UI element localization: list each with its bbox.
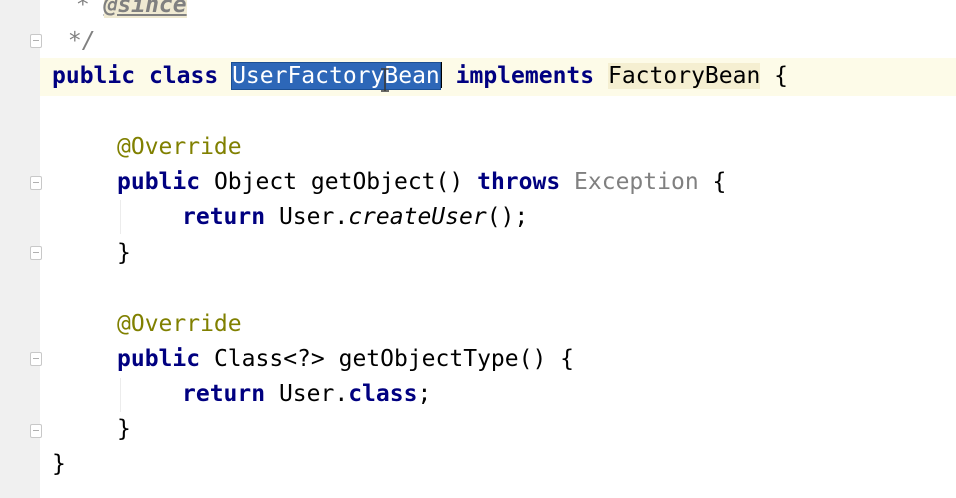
code-line[interactable]: public Object getObject() throws Excepti… bbox=[117, 165, 726, 200]
keyword-implements: implements bbox=[455, 63, 595, 89]
open-brace: { bbox=[774, 63, 789, 89]
receiver: User. bbox=[278, 381, 349, 407]
text-caret bbox=[439, 62, 442, 88]
comment-end: */ bbox=[54, 28, 96, 54]
close-brace: } bbox=[117, 240, 131, 266]
keyword-throws: throws bbox=[477, 169, 561, 195]
close-brace: } bbox=[52, 451, 66, 477]
keyword-public: public bbox=[117, 169, 201, 195]
open-brace: { bbox=[712, 169, 727, 195]
indent-guide bbox=[120, 200, 121, 234]
statement-end: ; bbox=[417, 381, 432, 407]
code-line[interactable]: } bbox=[117, 236, 131, 271]
code-line[interactable]: } bbox=[52, 447, 66, 482]
code-line[interactable]: */ bbox=[54, 24, 96, 59]
interface-name[interactable]: FactoryBean bbox=[607, 63, 761, 89]
keyword-return: return bbox=[182, 381, 266, 407]
fold-marker-icon[interactable] bbox=[30, 246, 42, 260]
code-line[interactable]: return User.createUser(); bbox=[182, 200, 528, 235]
fold-marker-icon[interactable] bbox=[30, 424, 42, 438]
fold-marker-icon[interactable] bbox=[30, 176, 42, 190]
receiver: User. bbox=[278, 204, 349, 230]
code-line[interactable]: @Override bbox=[117, 130, 242, 165]
annotation-override: @Override bbox=[117, 311, 242, 337]
close-brace: } bbox=[117, 416, 131, 442]
code-line[interactable]: return User.class; bbox=[182, 377, 431, 412]
method-name: getObjectType() bbox=[338, 346, 547, 372]
code-editor[interactable]: * @since */ public class UserFactoryBean… bbox=[0, 0, 956, 498]
code-line-class-declaration[interactable]: public class UserFactoryBean implements … bbox=[52, 59, 788, 94]
fold-marker-icon[interactable] bbox=[30, 352, 42, 366]
open-brace: { bbox=[560, 346, 575, 372]
return-type: Object bbox=[213, 169, 298, 195]
comment-star: * bbox=[62, 0, 104, 18]
keyword-return: return bbox=[182, 204, 266, 230]
keyword-public: public bbox=[117, 346, 201, 372]
static-method-call: createUser bbox=[348, 204, 487, 230]
method-name: getObject() bbox=[310, 169, 464, 195]
keyword-class: class bbox=[148, 63, 219, 89]
code-line[interactable]: } bbox=[117, 412, 131, 447]
code-line[interactable]: * @since bbox=[62, 0, 187, 23]
indent-guide bbox=[120, 378, 121, 412]
ibeam-cursor-icon bbox=[381, 68, 389, 92]
keyword-class: class bbox=[348, 381, 418, 407]
annotation-override: @Override bbox=[117, 134, 242, 160]
call-tail: (); bbox=[486, 204, 529, 230]
code-line[interactable]: @Override bbox=[117, 307, 242, 342]
keyword-public: public bbox=[52, 63, 136, 89]
selected-class-name[interactable]: UserFactoryBean bbox=[231, 62, 441, 90]
return-type: Class<?> bbox=[213, 346, 325, 372]
code-line[interactable]: public Class<?> getObjectType() { bbox=[117, 342, 574, 377]
exception-type: Exception bbox=[574, 169, 699, 195]
javadoc-tag: @since bbox=[103, 0, 187, 18]
fold-marker-icon[interactable] bbox=[30, 34, 42, 48]
